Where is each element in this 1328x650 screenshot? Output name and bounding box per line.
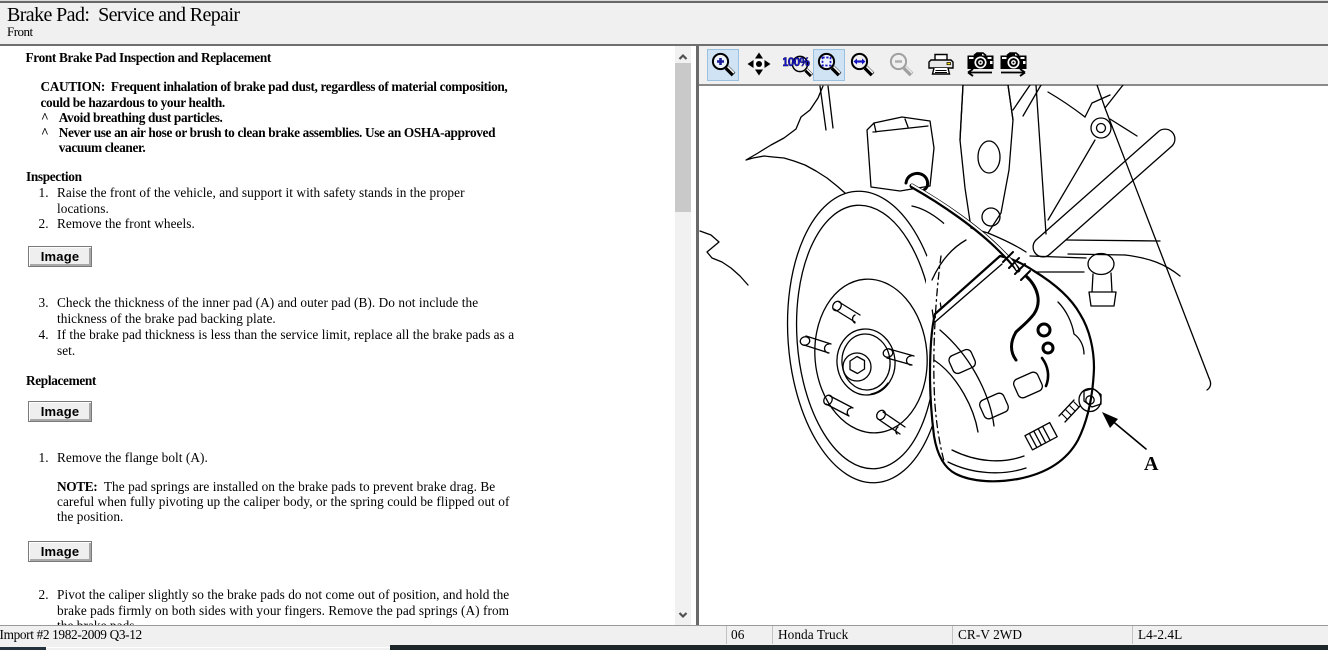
svg-text:A: A: [1144, 453, 1159, 475]
svg-text:100%: 100%: [783, 57, 810, 69]
